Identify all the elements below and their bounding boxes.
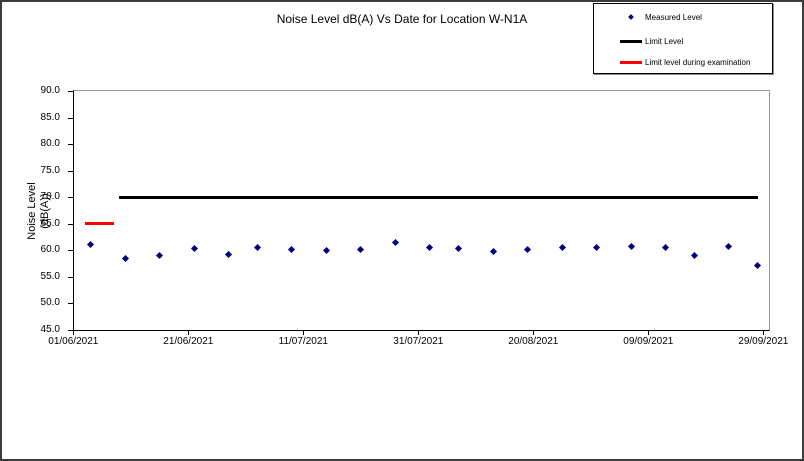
y-tick-label: 80.0 xyxy=(18,139,60,149)
y-axis-tick xyxy=(68,250,73,251)
y-axis-tick xyxy=(68,118,73,119)
x-axis-tick xyxy=(763,330,764,335)
y-axis-tick xyxy=(68,224,73,225)
legend-marker-col xyxy=(620,15,642,19)
legend-marker-col xyxy=(620,61,642,64)
plot-area xyxy=(73,90,770,331)
y-axis-tick xyxy=(68,144,73,145)
legend: Measured Level Limit Level Limit level dur… xyxy=(593,3,773,74)
x-tick-label: 11/07/2021 xyxy=(261,337,345,347)
y-tick-label: 75.0 xyxy=(18,166,60,176)
y-axis-tick xyxy=(68,197,73,198)
diamond-marker-icon xyxy=(628,14,634,20)
y-tick-label: 60.0 xyxy=(18,245,60,255)
x-axis-tick xyxy=(533,330,534,335)
y-tick-label: 50.0 xyxy=(18,298,60,308)
exam-limit-line xyxy=(85,222,114,225)
y-axis-tick xyxy=(68,171,73,172)
y-tick-label: 90.0 xyxy=(18,86,60,96)
x-tick-label: 09/09/2021 xyxy=(606,337,690,347)
y-axis-title-line: Noise Level xyxy=(26,182,39,239)
y-axis-tick xyxy=(68,277,73,278)
x-axis-tick xyxy=(188,330,189,335)
chart-frame: Noise Level dB(A) Vs Date for Location W… xyxy=(0,0,804,461)
line-marker-icon xyxy=(620,61,642,64)
legend-item: Measured Level xyxy=(594,9,772,25)
y-axis-tick xyxy=(68,91,73,92)
x-axis-tick xyxy=(303,330,304,335)
limit-level-line xyxy=(119,196,757,199)
legend-item-label: Measured Level xyxy=(645,13,702,22)
x-tick-label: 21/06/2021 xyxy=(146,337,230,347)
y-tick-label: 70.0 xyxy=(18,192,60,202)
y-tick-label: 65.0 xyxy=(18,219,60,229)
legend-item: Limit level during examination xyxy=(594,54,772,70)
legend-marker-col xyxy=(620,40,642,43)
legend-item-label: Limit level during examination xyxy=(645,58,750,67)
y-tick-label: 55.0 xyxy=(18,272,60,282)
legend-item-label: Limit Level xyxy=(645,37,683,46)
x-tick-label: 01/06/2021 xyxy=(31,337,115,347)
x-tick-label: 20/08/2021 xyxy=(491,337,575,347)
y-tick-label: 85.0 xyxy=(18,113,60,123)
y-axis-tick xyxy=(68,330,73,331)
x-tick-label: 29/09/2021 xyxy=(721,337,804,347)
x-tick-label: 31/07/2021 xyxy=(376,337,460,347)
x-axis-tick xyxy=(418,330,419,335)
line-marker-icon xyxy=(620,40,642,43)
y-axis-tick xyxy=(68,303,73,304)
y-tick-label: 45.0 xyxy=(18,325,60,335)
legend-item: Limit Level xyxy=(594,33,772,49)
x-axis-tick xyxy=(73,330,74,335)
x-axis-tick xyxy=(648,330,649,335)
